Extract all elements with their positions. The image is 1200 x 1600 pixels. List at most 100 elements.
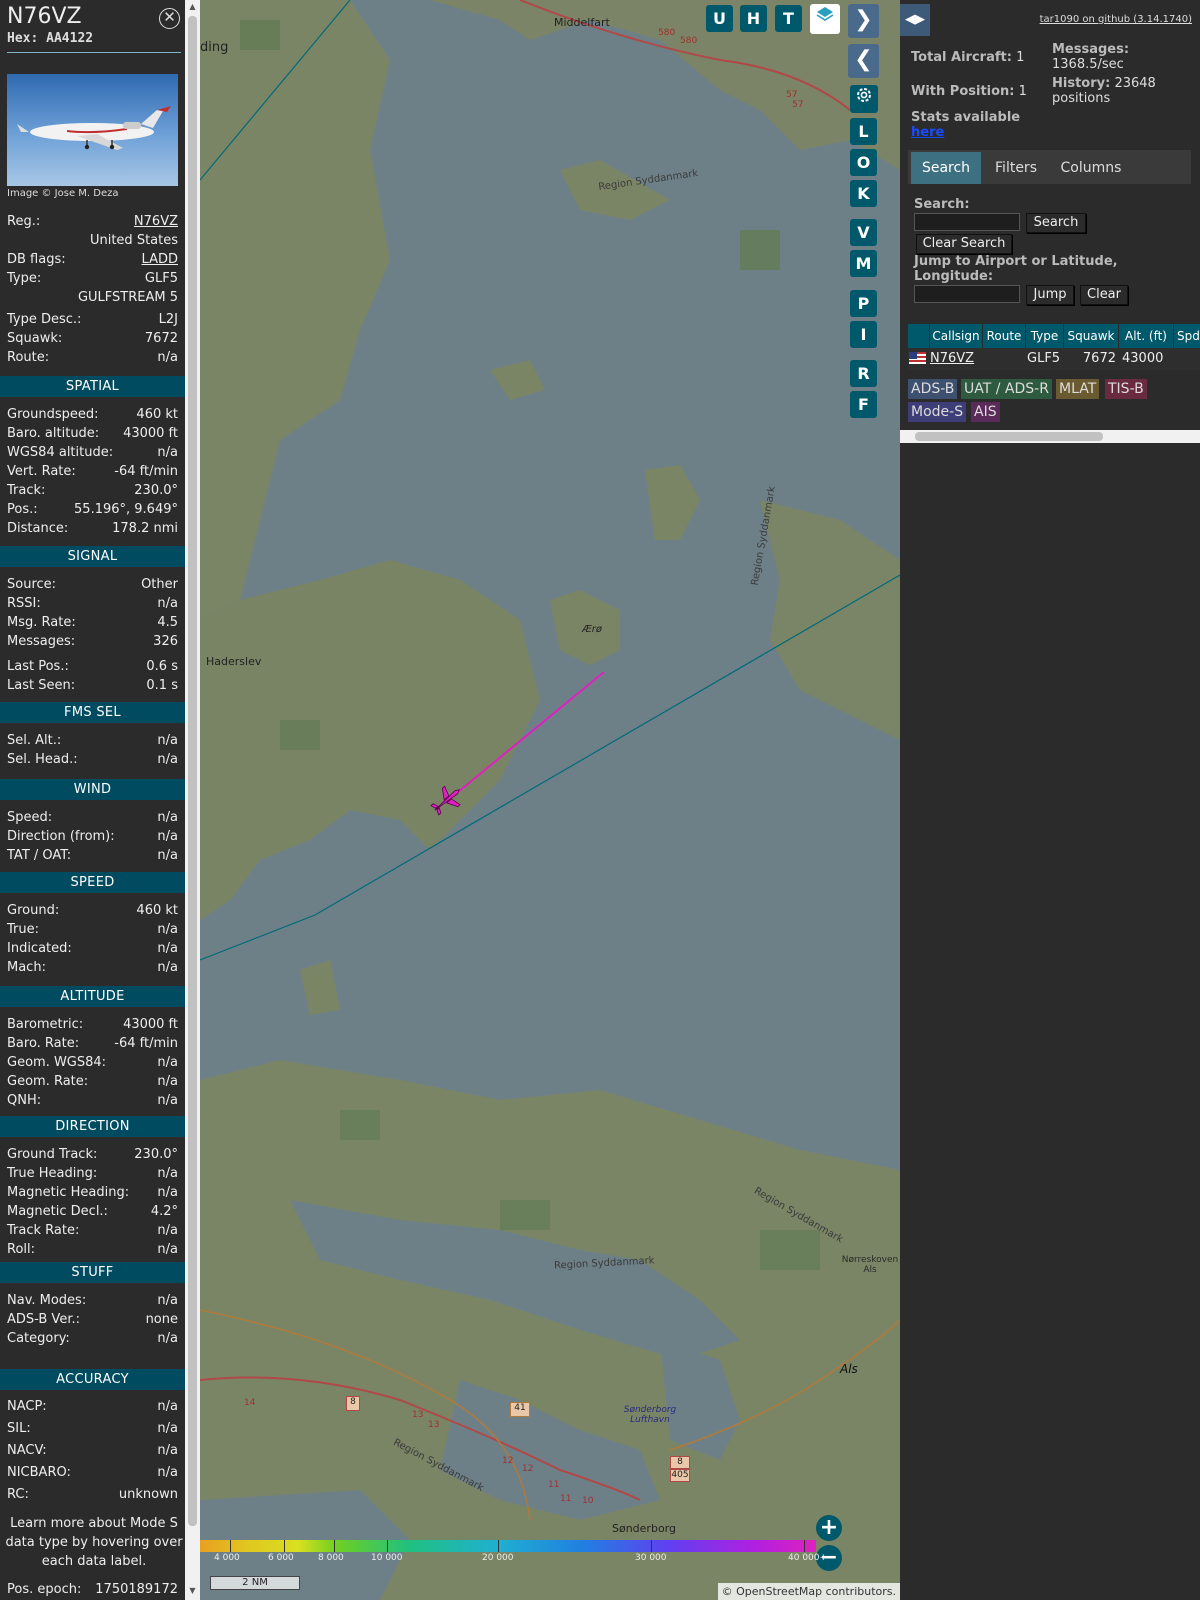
- table-header-altitude[interactable]: Alt. (ft): [1119, 324, 1173, 348]
- section-header-wind[interactable]: WIND: [0, 779, 185, 800]
- detail-label[interactable]: Msg. Rate:: [7, 614, 76, 632]
- detail-label[interactable]: Track:: [7, 482, 45, 500]
- detail-label[interactable]: NICBARO:: [7, 1464, 71, 1482]
- badge-mlat[interactable]: MLAT: [1056, 379, 1100, 399]
- badge-uat-adsr[interactable]: UAT / ADS-R: [961, 379, 1052, 399]
- detail-label[interactable]: QNH:: [7, 1092, 41, 1110]
- detail-label[interactable]: NACP:: [7, 1398, 47, 1416]
- section-header-speed[interactable]: SPEED: [0, 872, 185, 893]
- table-header-callsign[interactable]: Callsign: [930, 324, 982, 348]
- detail-label[interactable]: Geom. WGS84:: [7, 1054, 106, 1072]
- detail-label[interactable]: True:: [7, 921, 39, 939]
- tab-search[interactable]: Search: [911, 152, 981, 184]
- scroll-down-arrow[interactable]: ▼: [188, 1586, 197, 1598]
- badge-mode-s[interactable]: Mode-S: [908, 402, 967, 422]
- expand-right-icon[interactable]: ❯: [848, 4, 879, 38]
- section-header-spatial[interactable]: SPATIAL: [0, 376, 185, 397]
- settings-gear-icon[interactable]: [850, 85, 878, 113]
- h-button[interactable]: H: [740, 5, 767, 32]
- k-button[interactable]: K: [850, 180, 877, 207]
- table-header-route[interactable]: Route: [983, 324, 1025, 348]
- m-button[interactable]: M: [850, 250, 877, 277]
- detail-label[interactable]: Magnetic Heading:: [7, 1184, 129, 1202]
- detail-label[interactable]: Mach:: [7, 959, 46, 977]
- detail-label[interactable]: Messages:: [7, 633, 75, 651]
- map-view[interactable]: Middelfart Haderslev Ærø Region Syddanma…: [200, 0, 900, 1600]
- detail-label[interactable]: Distance:: [7, 520, 68, 538]
- detail-label[interactable]: Baro. altitude:: [7, 425, 99, 443]
- i-button[interactable]: I: [850, 321, 877, 348]
- tab-columns[interactable]: Columns: [1051, 152, 1131, 184]
- detail-label[interactable]: RSSI:: [7, 595, 41, 613]
- section-header-stuff[interactable]: STUFF: [0, 1262, 185, 1283]
- detail-label[interactable]: Nav. Modes:: [7, 1292, 86, 1310]
- section-header-signal[interactable]: SIGNAL: [0, 546, 185, 567]
- aircraft-photo[interactable]: [7, 74, 178, 186]
- section-header-altitude[interactable]: ALTITUDE: [0, 986, 185, 1007]
- github-link[interactable]: tar1090 on github (3.14.1740): [1040, 14, 1192, 25]
- search-button[interactable]: Search: [1026, 213, 1086, 233]
- detail-label[interactable]: Category:: [7, 1330, 70, 1348]
- jump-input[interactable]: [914, 285, 1020, 303]
- p-button[interactable]: P: [850, 290, 877, 317]
- t-button[interactable]: T: [775, 5, 802, 32]
- r-button[interactable]: R: [850, 360, 877, 387]
- v-button[interactable]: V: [850, 219, 877, 246]
- stats-here-link[interactable]: here: [911, 125, 944, 140]
- section-header-direction[interactable]: DIRECTION: [0, 1116, 185, 1137]
- layers-icon[interactable]: [810, 4, 840, 34]
- detail-label[interactable]: SIL:: [7, 1420, 31, 1438]
- detail-label[interactable]: Baro. Rate:: [7, 1035, 79, 1053]
- detail-label[interactable]: Direction (from):: [7, 828, 115, 846]
- collapse-toggle-icon[interactable]: ◀▶: [900, 4, 930, 36]
- detail-label[interactable]: ADS-B Ver.:: [7, 1311, 80, 1329]
- scroll-up-arrow[interactable]: ▲: [188, 2, 197, 14]
- section-header-fms-sel[interactable]: FMS SEL: [0, 702, 185, 723]
- detail-label[interactable]: Geom. Rate:: [7, 1073, 88, 1091]
- collapse-left-icon[interactable]: ❮: [848, 44, 879, 78]
- l-button[interactable]: L: [850, 118, 877, 145]
- row-callsign[interactable]: N76VZ: [930, 350, 974, 368]
- map-attribution[interactable]: © OpenStreetMap contributors.: [717, 1583, 900, 1600]
- table-header-speed[interactable]: Spd.: [1174, 324, 1200, 348]
- detail-label[interactable]: RC:: [7, 1486, 29, 1504]
- f-button[interactable]: F: [850, 391, 877, 418]
- detail-label[interactable]: Barometric:: [7, 1016, 83, 1034]
- tab-filters[interactable]: Filters: [984, 152, 1048, 184]
- jump-button[interactable]: Jump: [1026, 285, 1074, 305]
- clear-search-button[interactable]: Clear Search: [916, 234, 1012, 254]
- detail-label[interactable]: Groundspeed:: [7, 406, 98, 424]
- table-scroll-thumb[interactable]: [915, 432, 1103, 441]
- section-header-accuracy[interactable]: ACCURACY: [0, 1369, 185, 1390]
- detail-label[interactable]: Sel. Alt.:: [7, 732, 61, 750]
- detail-label[interactable]: Last Seen:: [7, 677, 75, 695]
- detail-label[interactable]: Roll:: [7, 1241, 35, 1259]
- detail-label[interactable]: Indicated:: [7, 940, 72, 958]
- detail-label[interactable]: Last Pos.:: [7, 658, 69, 676]
- table-header-type[interactable]: Type: [1026, 324, 1063, 348]
- search-input[interactable]: [914, 213, 1020, 231]
- detail-label[interactable]: True Heading:: [7, 1165, 97, 1183]
- sidebar-scroll-thumb[interactable]: [188, 16, 197, 1526]
- detail-label[interactable]: Speed:: [7, 809, 52, 827]
- close-icon[interactable]: ✕: [159, 8, 180, 29]
- detail-label[interactable]: Ground:: [7, 902, 59, 920]
- detail-label[interactable]: TAT / OAT:: [7, 847, 71, 865]
- badge-tisb[interactable]: TIS-B: [1105, 379, 1147, 399]
- o-button[interactable]: O: [850, 149, 877, 176]
- detail-label[interactable]: Pos.:: [7, 501, 38, 519]
- detail-label[interactable]: Track Rate:: [7, 1222, 79, 1240]
- table-header-flag[interactable]: [908, 324, 929, 348]
- detail-label[interactable]: Ground Track:: [7, 1146, 97, 1164]
- detail-label[interactable]: Vert. Rate:: [7, 463, 76, 481]
- detail-label[interactable]: NACV:: [7, 1442, 47, 1460]
- detail-label[interactable]: Source:: [7, 576, 56, 594]
- clear-button[interactable]: Clear: [1080, 285, 1128, 305]
- badge-adsb[interactable]: ADS-B: [908, 379, 958, 399]
- zoom-in-icon[interactable]: +: [816, 1515, 842, 1541]
- info-value[interactable]: N76VZ: [134, 213, 178, 231]
- detail-label[interactable]: Sel. Head.:: [7, 751, 78, 769]
- badge-ais[interactable]: AIS: [971, 402, 1000, 422]
- table-header-squawk[interactable]: Squawk: [1064, 324, 1118, 348]
- detail-label[interactable]: Magnetic Decl.:: [7, 1203, 108, 1221]
